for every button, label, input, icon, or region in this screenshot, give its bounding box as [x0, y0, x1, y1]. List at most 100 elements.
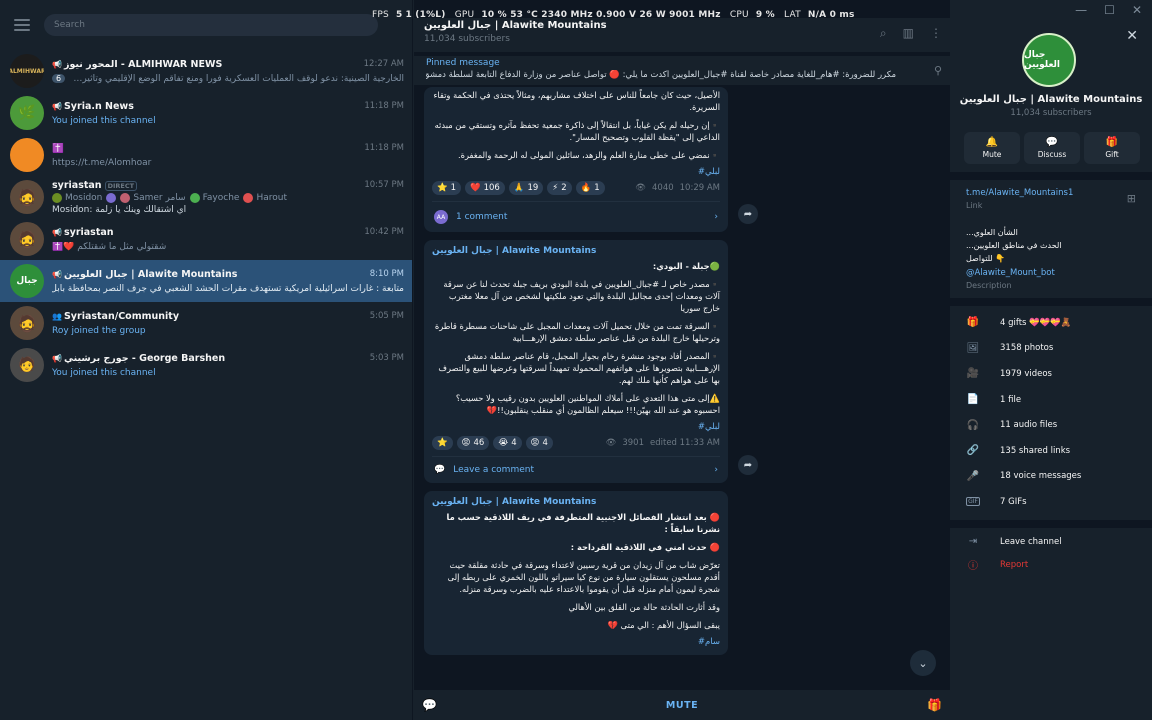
chat-preview: ✝️❤️ شقتولي مثل ما شقتلكم [52, 241, 167, 252]
gif-icon: GIF [966, 497, 980, 507]
search-icon[interactable]: ⌕ [880, 26, 887, 41]
chat-preview: 6 الخارجية الصينية: ندعو لوقف العمليات ا… [52, 74, 404, 84]
chat-list: ALMIHWAR 📢 المحور نيوز - ALMIHWAR NEWS 12… [0, 50, 412, 386]
sidebar-toggle-icon[interactable]: ▥ [903, 26, 914, 41]
chat-sidebar: Search ALMIHWAR 📢 المحور نيوز - ALMIHWAR … [0, 0, 413, 720]
chat-time: 11:18 PM [364, 143, 404, 153]
reaction-star[interactable]: ⭐ [432, 436, 453, 450]
lat-label: LAT [784, 10, 801, 20]
links-row[interactable]: 🔗 135 shared links [966, 438, 1081, 464]
post-text: ▪️مصدر خاص لـ #جبال_العلويين في بلدة الب… [443, 279, 720, 313]
chat-name: syriastan DIRECT [52, 180, 138, 191]
pinned-text: مكرر للضرورة: #هام_للغاية مصادر خاصة لقن… [426, 70, 896, 80]
audio-row[interactable]: 🎧 11 audio files [966, 412, 1081, 438]
window-controls: — ☐ ✕ [1075, 3, 1142, 17]
channel-link[interactable]: t.me/Alawite_Mountains1 [966, 188, 1136, 198]
chevron-right-icon: › [714, 212, 718, 222]
voice-row[interactable]: 🎤 18 voice messages [966, 464, 1082, 490]
videos-row[interactable]: 🎥 1979 videos [966, 361, 1081, 387]
reaction-zap[interactable]: ⚡ 2 [547, 181, 572, 195]
report-icon: ⓘ [968, 561, 978, 572]
hamburger-menu-icon[interactable] [14, 19, 30, 31]
participant-chip [106, 192, 117, 203]
chat-item-george-barshen[interactable]: 🧑 📢 جورج برشيني - George Barshen 5:03 PM … [0, 344, 412, 386]
share-icon[interactable]: ➦ [738, 455, 758, 475]
chat-time: 12:27 AM [363, 59, 404, 69]
mute-button[interactable]: MUTE [666, 700, 698, 711]
qr-code-icon[interactable]: ⊞ [1127, 192, 1136, 205]
bot-handle-link[interactable]: @Alawite_Mount_bot [966, 268, 1136, 278]
mute-action-button[interactable]: 🔔 Mute [964, 132, 1020, 164]
photos-row[interactable]: 🖼 3158 photos [966, 336, 1081, 362]
reaction-rage[interactable]: 😡 4 [525, 436, 553, 450]
close-window-icon[interactable]: ✕ [1132, 3, 1142, 17]
gift-action-button[interactable]: 🎁 Gift [1084, 132, 1140, 164]
header-actions: ⌕ ▥ ⋮ [880, 26, 942, 41]
gpu-value: 10 % 53 °C 2340 MHz 0.900 V 26 W 9001 MH… [481, 10, 721, 20]
chat-time: 8:10 PM [369, 269, 404, 279]
chat-header[interactable]: جبال العلويين | Alawite Mountains 11,034… [414, 18, 950, 52]
maximize-icon[interactable]: ☐ [1104, 3, 1115, 17]
post-text: ⚠️إلى متى هذا التعدي على أملاك المواطنين… [455, 393, 720, 415]
reaction-pray[interactable]: 🙏 19 [508, 181, 544, 195]
post-meta: 👁 3901 edited 11:33 AM [605, 438, 720, 448]
scroll-down-button[interactable]: ⌄ [910, 650, 936, 676]
participant-chip: Fayoche [189, 192, 239, 203]
reaction-heart[interactable]: ❤️ 106 [465, 181, 505, 195]
channel-post: جبال العلويين | Alawite Mountains 🔴 بعد … [424, 491, 728, 655]
reactions: ⭐ 1 ❤️ 106 🙏 19 ⚡ 2 🔥 1 [432, 181, 605, 195]
post-text: وقد أثارت الحادثة حالة من القلق بين الأه… [568, 602, 720, 612]
post-text: ▪️السرقة تمت من خلال تحميل آلات ومعدات ا… [434, 321, 720, 343]
more-menu-icon[interactable]: ⋮ [930, 26, 942, 41]
chat-item-cross[interactable]: ✝️ 11:18 PM https://t.me/Alomhoar [0, 134, 412, 176]
chat-time: 10:42 PM [364, 227, 404, 237]
chat-item-syriastan-direct[interactable]: 🧔 syriastan DIRECT 10:57 PM Mosidon Samer… [0, 176, 412, 218]
post-footer: ⭐ 😡 46 😭 4 😡 4 👁 3901 edited 11:33 AM [432, 436, 720, 450]
megaphone-icon: 📢 [52, 353, 62, 363]
post-hashtag[interactable]: #لبلي [432, 422, 720, 432]
chat-participants: Mosidon Samer سامر Fayoche Harout [52, 192, 404, 203]
message-feed: الأصيل، حيث كان جامعاً للناس على اختلاف … [424, 87, 758, 663]
chat-item-syriastan[interactable]: 🧔 📢 syriastan 10:42 PM ✝️❤️ شقتولي مثل ما… [0, 218, 412, 260]
chat-item-alawite-mountains[interactable]: جبال 📢 جبال العلويين | Alawite Mountains … [0, 260, 412, 302]
chat-item-syriastan-community[interactable]: 🧔 👥 Syriastan/Community 5:05 PM Roy joine… [0, 302, 412, 344]
minimize-icon[interactable]: — [1075, 3, 1087, 17]
sidebar-topbar: Search [0, 0, 412, 50]
discuss-action-button[interactable]: 💬 Discuss [1024, 132, 1080, 164]
reaction-fire[interactable]: 🔥 1 [575, 181, 605, 195]
report-button[interactable]: ⓘ Report [966, 557, 1062, 573]
chat-time: 5:05 PM [369, 311, 404, 321]
post-hashtag[interactable]: #سام [432, 637, 720, 647]
fps-value: 5 [395, 10, 403, 20]
reaction-cry[interactable]: 😭 4 [493, 436, 522, 450]
divider [950, 298, 1152, 306]
divider [950, 520, 1152, 528]
gift-icon[interactable]: 🎁 [927, 698, 942, 712]
share-icon[interactable]: ➦ [738, 204, 758, 224]
chat-item-almihwar[interactable]: ALMIHWAR 📢 المحور نيوز - ALMIHWAR NEWS 12… [0, 50, 412, 92]
pinned-message-bar[interactable]: Pinned message مكرر للضرورة: #هام_للغاية… [414, 55, 950, 85]
chat-bubble-icon: 💬 [1045, 137, 1059, 148]
post-author[interactable]: جبال العلويين | Alawite Mountains [432, 246, 720, 256]
post-author[interactable]: جبال العلويين | Alawite Mountains [432, 497, 720, 507]
channel-name: جبال العلويين | Alawite Mountains [959, 94, 1143, 105]
eye-icon: 👁 [605, 438, 617, 448]
pin-list-icon[interactable]: ⚲ [934, 64, 942, 77]
comments-button[interactable]: AA 1 comment › [432, 201, 720, 226]
close-icon[interactable]: ✕ [1126, 28, 1138, 44]
gifts-row[interactable]: 🎁 4 gifts 💝💝💝🧸 [966, 310, 1081, 336]
discussion-icon[interactable]: 💬 [422, 698, 437, 712]
comments-button[interactable]: 💬 Leave a comment › [432, 456, 720, 477]
chat-time: 11:18 PM [364, 101, 404, 111]
channel-actions: 🔔 Mute 💬 Discuss 🎁 Gift [964, 132, 1140, 164]
participant-chip: Samer سامر [120, 192, 186, 203]
gifs-row[interactable]: GIF 7 GIFs [966, 489, 1081, 515]
reaction-angry[interactable]: 😡 46 [456, 436, 490, 450]
files-row[interactable]: 📄 1 file [966, 387, 1081, 413]
reaction-star[interactable]: ⭐ 1 [432, 181, 462, 195]
commenter-avatar: AA [434, 210, 448, 224]
search-input[interactable]: Search [44, 14, 378, 36]
leave-channel-button[interactable]: ⇥ Leave channel [966, 536, 1062, 547]
post-hashtag[interactable]: #لبلي [432, 167, 720, 177]
chat-item-syrian-news[interactable]: 🌿 📢 Syria.n News 11:18 PM You joined this… [0, 92, 412, 134]
